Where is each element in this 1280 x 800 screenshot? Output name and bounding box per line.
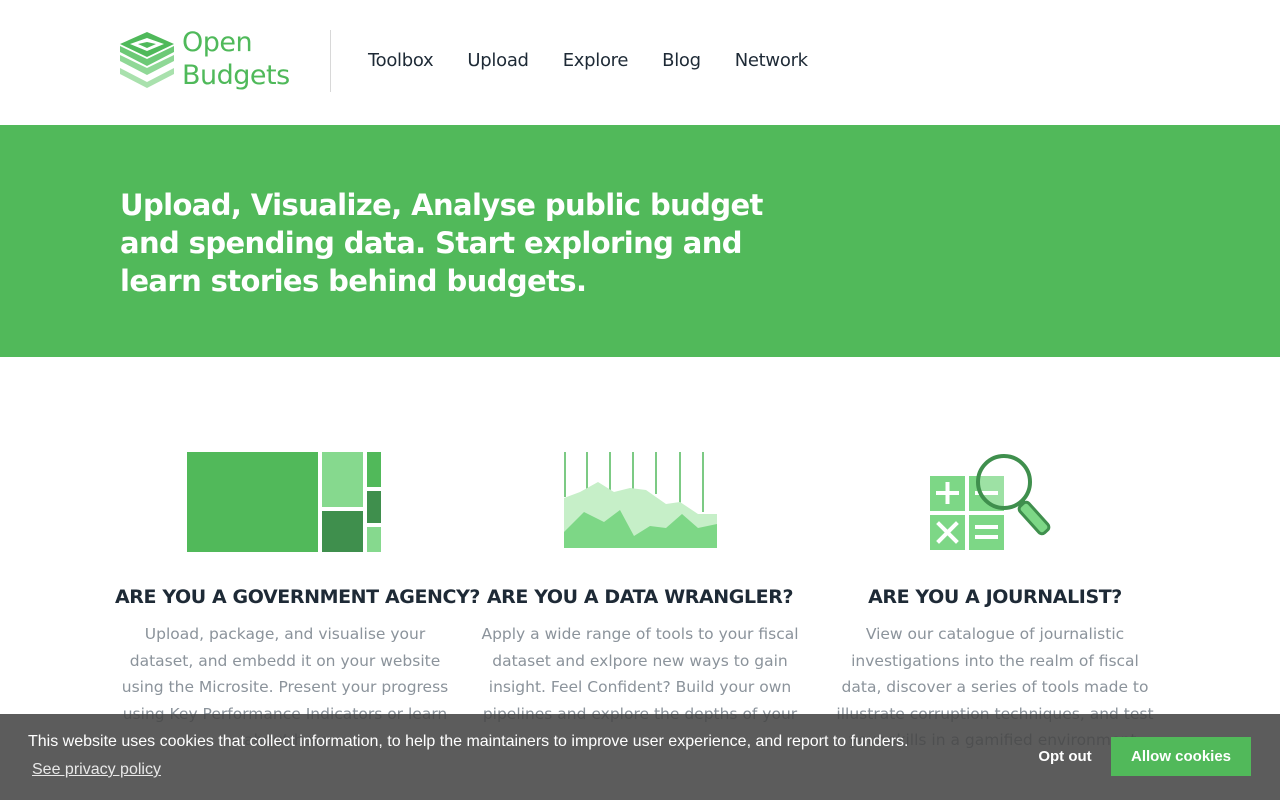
opt-out-button[interactable]: Opt out <box>1024 747 1106 767</box>
feature-title: ARE YOU A GOVERNMENT AGENCY? <box>115 586 481 608</box>
cookie-banner: This website uses cookies that collect i… <box>0 714 1280 800</box>
header-divider <box>330 30 331 92</box>
stacked-layers-logo-icon <box>118 28 176 90</box>
site-header: Open Budgets Toolbox Upload Explore Blog… <box>0 0 1280 125</box>
brand-logo[interactable]: Open Budgets <box>118 26 290 92</box>
nav-network[interactable]: Network <box>735 49 808 73</box>
brand-line-1: Open <box>182 27 253 58</box>
hero-banner: Upload, Visualize, Analyse public budget… <box>0 125 1280 357</box>
hero-headline: Upload, Visualize, Analyse public budget… <box>120 188 763 298</box>
brand-name: Open Budgets <box>182 26 290 92</box>
treemap-icon <box>115 452 455 552</box>
area-chart-icon <box>470 452 810 552</box>
cookie-message: This website uses cookies that collect i… <box>28 733 909 750</box>
nav-blog[interactable]: Blog <box>662 49 701 73</box>
feature-description: Apply a wide range of tools to your fisc… <box>481 625 799 723</box>
nav-upload[interactable]: Upload <box>467 49 529 73</box>
nav-toolbox[interactable]: Toolbox <box>368 49 434 73</box>
allow-cookies-button[interactable]: Allow cookies <box>1111 737 1251 776</box>
feature-title: ARE YOU A JOURNALIST? <box>868 586 1122 608</box>
nav-explore[interactable]: Explore <box>563 49 629 73</box>
feature-title: ARE YOU A DATA WRANGLER? <box>486 586 794 608</box>
calculator-magnifier-icon <box>825 452 1165 552</box>
brand-line-2: Budgets <box>182 60 290 91</box>
privacy-policy-link[interactable]: See privacy policy <box>32 760 161 780</box>
main-nav: Toolbox Upload Explore Blog Network <box>368 49 842 73</box>
